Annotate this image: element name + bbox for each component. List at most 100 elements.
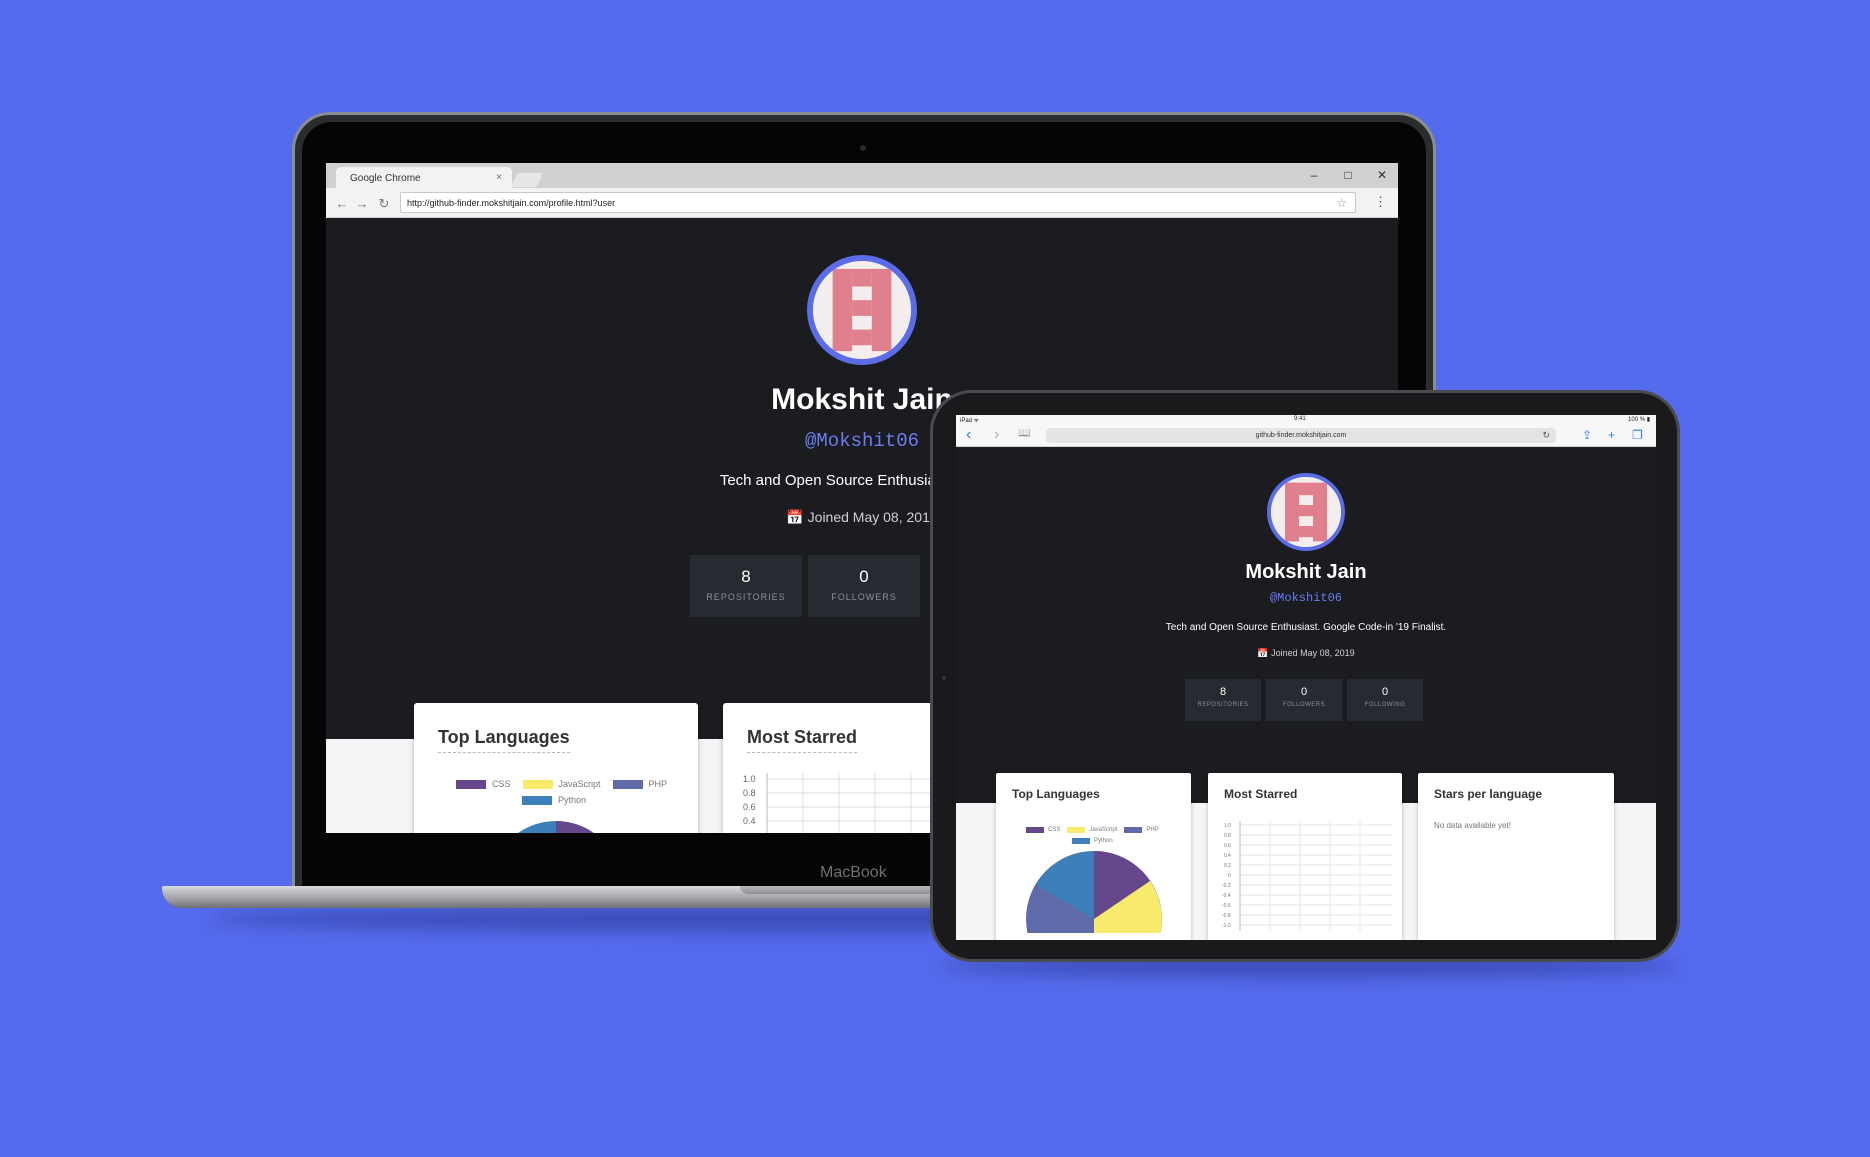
stat-value: 0 [1381, 686, 1389, 698]
tab-close-icon[interactable]: × [496, 172, 502, 183]
y-tick-label: -0.2 [1222, 883, 1231, 889]
y-tick-label: 0 [1228, 873, 1231, 879]
chrome-tab-bar: Google Chrome × – □ ✕ [326, 163, 1398, 188]
y-tick-label: 0.6 [1224, 843, 1231, 849]
stat-followers: 0 FOLLOWERS [808, 555, 920, 617]
pie-slice-css [556, 821, 594, 833]
legend-label: Python [558, 795, 587, 805]
back-icon[interactable]: ← [334, 196, 350, 211]
share-icon[interactable]: ⇪ [1582, 428, 1592, 442]
avatar [807, 255, 917, 365]
legend-label: JavaScript [558, 779, 601, 789]
minimize-icon[interactable]: – [1304, 168, 1324, 182]
legend-swatch-python [1072, 838, 1090, 844]
chart-legend: CSS JavaScript PHP [456, 779, 667, 789]
status-device: iPad ᯤ [960, 418, 980, 424]
new-tab-button[interactable] [510, 173, 544, 187]
chrome-tab[interactable]: Google Chrome × [336, 167, 512, 188]
y-tick-label: 0.6 [743, 802, 756, 812]
stat-repositories: 8 REPOSITORIES [690, 555, 802, 617]
reload-icon[interactable]: ↻ [376, 196, 392, 212]
card-top-languages: Top Languages CSS JavaScript PHP Python [996, 773, 1191, 940]
identicon-icon [1271, 477, 1341, 547]
bookmarks-icon[interactable]: 📖 [1018, 428, 1030, 439]
legend-label: Python [1094, 838, 1113, 844]
y-tick-label: -0.8 [1222, 913, 1231, 919]
legend-label: JavaScript [1089, 827, 1118, 833]
card-title: Most Starred [747, 727, 858, 753]
card-title: Most Starred [1224, 787, 1298, 801]
legend-swatch-python [522, 795, 552, 805]
stat-value: 8 [1219, 686, 1227, 698]
y-tick-label: 1.0 [743, 774, 756, 784]
y-tick-label: -0.6 [1222, 903, 1231, 909]
ipad-sensor [942, 676, 946, 680]
url-text: github-finder.mokshitjain.com [1255, 432, 1347, 439]
profile-page: Mokshit Jain @Mokshit06 Tech and Open So… [956, 448, 1656, 940]
chart-legend: Python [522, 795, 586, 805]
url-text: http://github-finder.mokshitjain.com/pro… [407, 198, 616, 208]
card-title: Stars per language [1434, 787, 1543, 801]
avatar [1267, 473, 1345, 551]
profile-handle[interactable]: @Mokshit06 [1156, 591, 1456, 605]
bookmark-star-icon[interactable]: ☆ [1336, 196, 1347, 210]
card-most-starred: Most Starred 1.0 0.8 0.6 0.4 0.2 0 -0.2 … [1208, 773, 1402, 940]
address-bar[interactable]: github-finder.mokshitjain.com ↻ [1046, 428, 1556, 443]
stat-repositories: 8 REPOSITORIES [1185, 679, 1261, 721]
stat-followers: 0 FOLLOWERS [1266, 679, 1342, 721]
legend-label: CSS [492, 779, 511, 789]
ipad-screen: iPad ᯤ 9:41 100 % ▮ ‹ › 📖 github-finder.… [956, 415, 1656, 940]
maximize-icon[interactable]: □ [1338, 168, 1358, 182]
identicon-icon [813, 261, 911, 359]
stat-following: 0 FOLLOWING [1347, 679, 1423, 721]
legend-swatch-css [1026, 827, 1044, 833]
chrome-toolbar: ← → ↻ http://github-finder.mokshitjain.c… [326, 188, 1398, 218]
pie-chart [1026, 851, 1162, 933]
reload-icon[interactable]: ↻ [1542, 430, 1550, 441]
camera-icon [860, 145, 866, 151]
menu-icon[interactable]: ⋮ [1374, 194, 1387, 210]
laptop-brand: MacBook [820, 864, 887, 881]
y-tick-label: -1.0 [1222, 923, 1231, 929]
stat-value: 0 [1300, 686, 1308, 698]
y-tick-label: -0.4 [1222, 893, 1231, 899]
legend-swatch-css [456, 779, 486, 789]
card-title: Top Languages [438, 727, 570, 753]
legend-swatch-php [1124, 827, 1143, 833]
profile-bio: Tech and Open Source Enthusiast. Google … [1165, 622, 1447, 633]
stat-label: REPOSITORIES [706, 592, 786, 602]
y-tick-label: 0.8 [1224, 833, 1231, 839]
new-tab-icon[interactable]: + [1608, 428, 1615, 442]
tabs-icon[interactable]: ❐ [1632, 428, 1643, 442]
card-stars-per-language: Stars per language No data available yet… [1418, 773, 1614, 940]
card-top-languages: Top Languages CSS JavaScript PHP Python [414, 703, 698, 833]
status-time: 9:41 [1294, 416, 1306, 422]
legend-swatch-php [612, 779, 643, 789]
pie-chart [518, 821, 594, 833]
legend-label: PHP [1146, 827, 1159, 833]
forward-icon[interactable]: › [994, 426, 999, 444]
joined-date: 📅 Joined May 08, 2019 [1257, 648, 1355, 658]
most-starred-chart: 1.0 0.8 0.6 0.4 0.2 0 -0.2 -0.4 -0.6 -0.… [1222, 821, 1392, 931]
legend-label: CSS [1048, 827, 1061, 833]
safari-toolbar: ‹ › 📖 github-finder.mokshitjain.com ↻ ⇪ … [956, 425, 1656, 447]
y-tick-label: 0.2 [1224, 863, 1231, 869]
y-tick-label: 1.0 [1224, 823, 1231, 829]
forward-icon[interactable]: → [354, 196, 370, 211]
address-bar[interactable]: http://github-finder.mokshitjain.com/pro… [400, 192, 1356, 213]
chrome-tab-title: Google Chrome [350, 173, 421, 184]
profile-name: Mokshit Jain [1245, 561, 1367, 583]
close-icon[interactable]: ✕ [1372, 168, 1392, 182]
back-icon[interactable]: ‹ [966, 426, 971, 444]
empty-state-text: No data available yet! [1434, 821, 1511, 830]
legend-swatch-javascript [1067, 827, 1086, 833]
stat-value: 0 [859, 567, 869, 586]
status-battery: 100 % ▮ [1628, 417, 1650, 423]
y-tick-label: 0.4 [1224, 853, 1231, 859]
y-tick-label: 0.4 [743, 816, 756, 826]
stat-value: 8 [741, 567, 751, 586]
y-tick-label: 0.8 [743, 788, 756, 798]
chart-legend: CSS JavaScript PHP [1026, 827, 1159, 833]
chart-legend: Python [1072, 838, 1113, 844]
stat-label: FOLLOWERS [831, 592, 897, 602]
